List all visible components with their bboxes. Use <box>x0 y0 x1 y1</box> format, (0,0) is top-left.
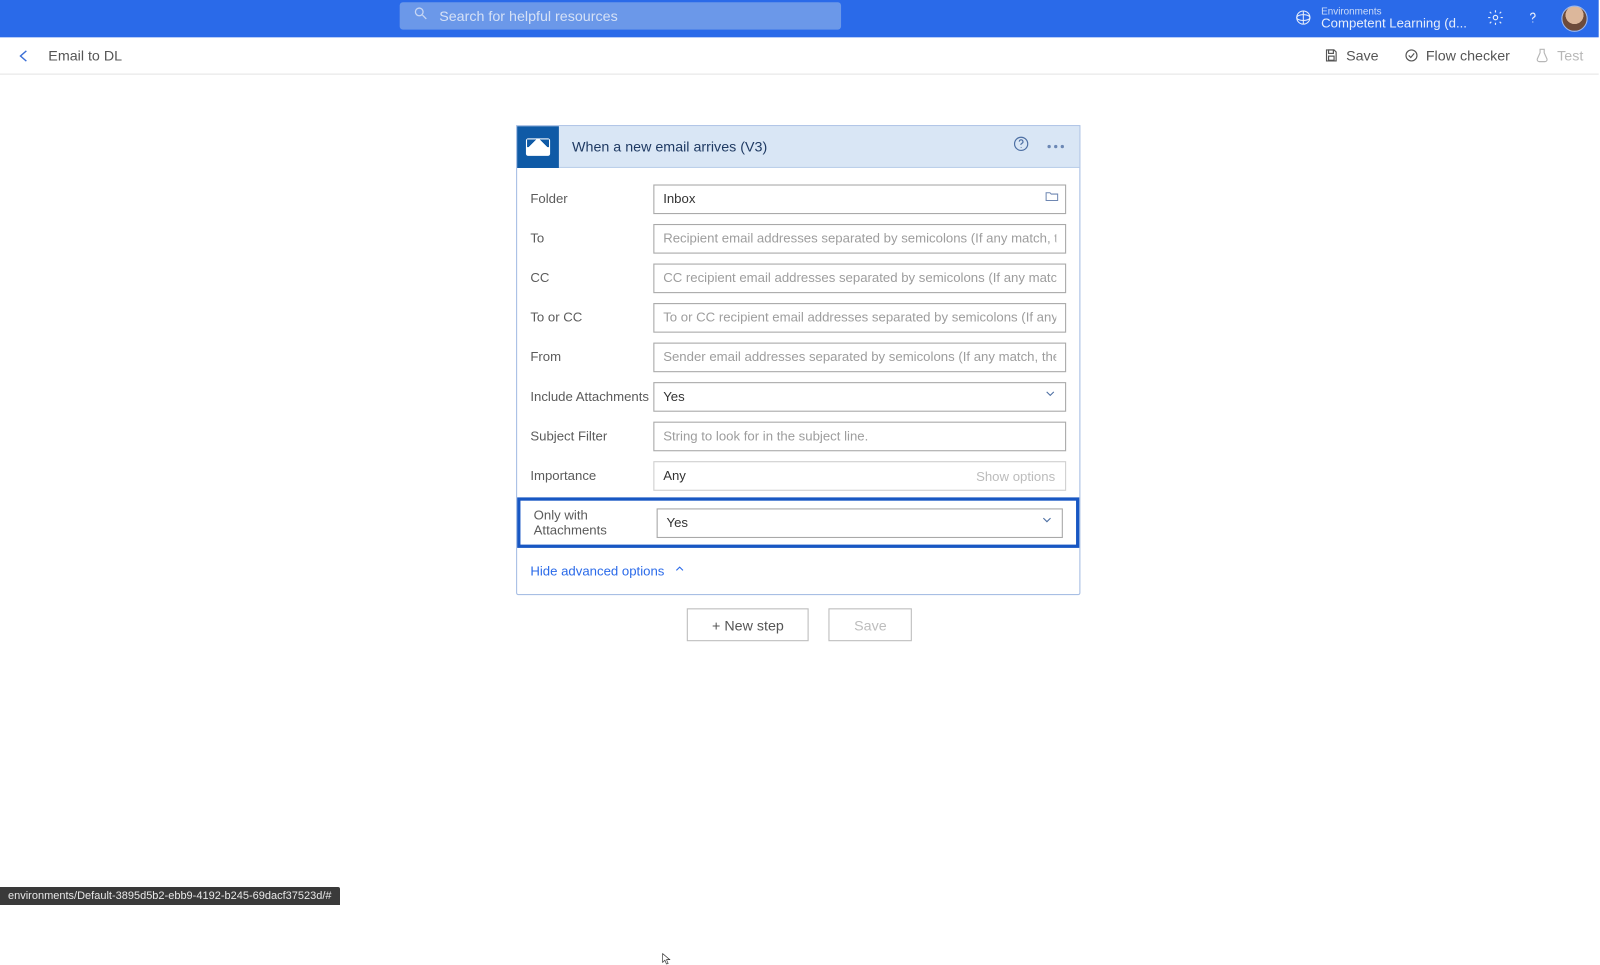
include-attachments-label: Include Attachments <box>530 389 653 404</box>
importance-label: Importance <box>530 468 653 483</box>
flow-name: Email to DL <box>48 47 122 63</box>
subject-filter-label: Subject Filter <box>530 428 653 443</box>
trigger-card: When a new email arrives (V3) Folder <box>516 125 1080 595</box>
command-bar: Email to DL Save Flow checker Test <box>0 37 1599 74</box>
chevron-down-icon <box>1040 513 1054 533</box>
card-help-icon[interactable] <box>1012 135 1030 158</box>
tocc-label: To or CC <box>530 310 653 325</box>
only-with-attachments-row: Only with Attachments <box>517 497 1079 548</box>
search-icon <box>413 5 428 26</box>
environment-icon <box>1295 8 1313 29</box>
help-icon[interactable] <box>1524 8 1542 29</box>
back-button[interactable] <box>15 47 33 65</box>
from-label: From <box>530 349 653 364</box>
show-options-overlay: Show options <box>972 465 1060 487</box>
environment-label: Environments <box>1321 7 1467 17</box>
tocc-input[interactable] <box>653 302 1066 332</box>
from-input[interactable] <box>653 342 1066 372</box>
new-step-label: + New step <box>712 617 784 633</box>
browser-status-bar: environments/Default-3895d5b2-ebb9-4192-… <box>0 887 340 905</box>
search-input[interactable] <box>428 8 841 24</box>
flow-checker-icon <box>1403 47 1419 63</box>
new-step-button[interactable]: + New step <box>687 608 809 641</box>
header-right: Environments Competent Learning (d... <box>1295 0 1588 37</box>
save-label: Save <box>1346 47 1379 63</box>
trigger-card-body: Folder To CC <box>517 168 1079 550</box>
trigger-card-header[interactable]: When a new email arrives (V3) <box>517 126 1079 168</box>
flow-checker-command[interactable]: Flow checker <box>1403 47 1510 63</box>
trigger-title: When a new email arrives (V3) <box>572 138 767 154</box>
user-avatar[interactable] <box>1561 5 1587 31</box>
to-label: To <box>530 231 653 246</box>
app-header: Environments Competent Learning (d... <box>0 0 1599 37</box>
canvas-buttons: + New step Save <box>687 608 912 641</box>
test-label: Test <box>1557 47 1583 63</box>
advanced-options-link[interactable]: Hide advanced options <box>530 563 664 578</box>
outlook-connector-icon <box>517 126 559 168</box>
folder-label: Folder <box>530 191 653 206</box>
folder-input[interactable] <box>653 184 1066 214</box>
subject-filter-input[interactable] <box>653 421 1066 451</box>
global-search[interactable] <box>400 2 841 29</box>
save-icon <box>1323 47 1339 63</box>
test-icon <box>1534 47 1550 63</box>
environment-picker[interactable]: Environments Competent Learning (d... <box>1295 7 1467 31</box>
advanced-options-toggle[interactable]: Hide advanced options <box>517 550 1079 594</box>
flow-checker-label: Flow checker <box>1426 47 1510 63</box>
mouse-cursor-icon <box>660 952 673 965</box>
chevron-up-icon <box>673 561 686 581</box>
folder-picker-icon[interactable] <box>1044 188 1059 209</box>
card-menu-icon[interactable] <box>1047 145 1063 148</box>
chevron-down-icon <box>1043 386 1057 406</box>
save-command[interactable]: Save <box>1323 47 1379 63</box>
canvas-save-button[interactable]: Save <box>829 608 912 641</box>
settings-icon[interactable] <box>1487 8 1505 29</box>
to-input[interactable] <box>653 223 1066 253</box>
canvas-save-label: Save <box>854 617 887 633</box>
cc-label: CC <box>530 270 653 285</box>
only-with-attachments-select[interactable] <box>657 508 1063 538</box>
environment-name: Competent Learning (d... <box>1321 17 1467 31</box>
include-attachments-select[interactable] <box>653 382 1066 412</box>
cc-input[interactable] <box>653 263 1066 293</box>
only-with-attachments-label: Only with Attachments <box>534 507 657 538</box>
test-command[interactable]: Test <box>1534 47 1583 63</box>
